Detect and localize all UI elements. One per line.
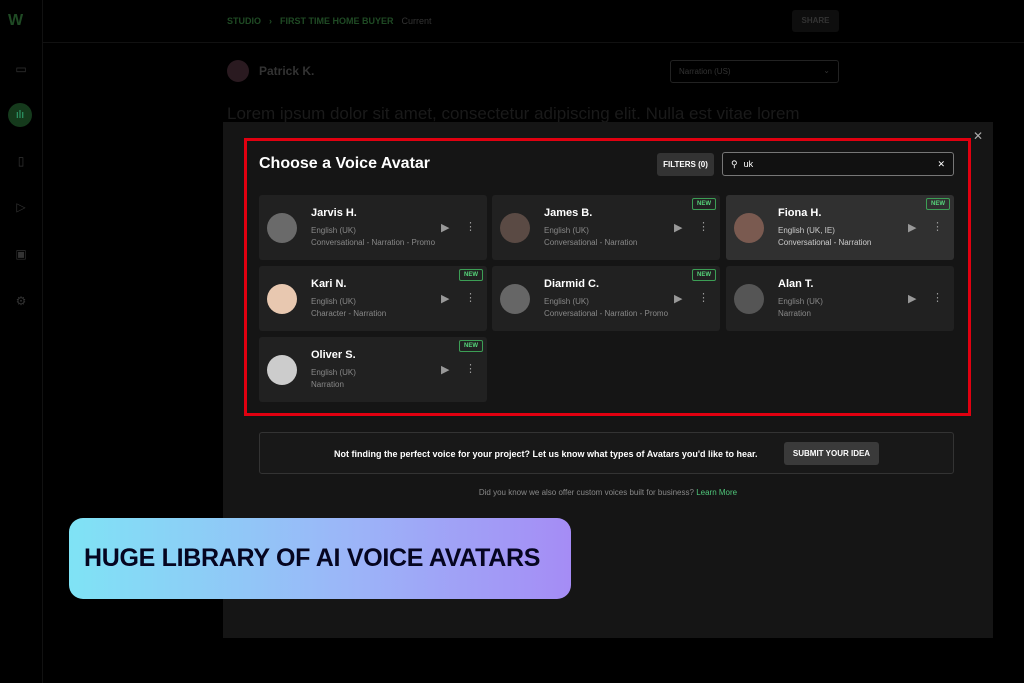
play-icon[interactable]: ▶ bbox=[908, 292, 916, 305]
code-icon[interactable]: ▣ bbox=[13, 247, 29, 263]
more-options-icon[interactable]: ⋮ bbox=[698, 291, 709, 304]
folder-icon[interactable]: ▭ bbox=[13, 62, 29, 78]
voice-avatar-card[interactable]: James B. English (UK) Conversational - N… bbox=[492, 195, 720, 260]
sidebar: W ▭ ılı ▯ ▷ ▣ ⚙ bbox=[0, 0, 43, 683]
play-icon[interactable]: ▶ bbox=[674, 292, 682, 305]
feedback-banner: Not finding the perfect voice for your p… bbox=[259, 432, 954, 474]
more-options-icon[interactable]: ⋮ bbox=[465, 220, 476, 233]
search-box: ⚲ ✕ bbox=[722, 152, 954, 176]
breadcrumb-project[interactable]: FIRST TIME HOME BUYER bbox=[280, 16, 394, 26]
custom-voices-info: Did you know we also offer custom voices… bbox=[223, 488, 993, 497]
modal-title: Choose a Voice Avatar bbox=[259, 155, 431, 172]
voice-style-select[interactable]: Narration (US) ⌄ bbox=[670, 60, 839, 83]
voice-avatar-card[interactable]: Alan T. English (UK) Narration ▶ ⋮ bbox=[726, 266, 954, 331]
more-options-icon[interactable]: ⋮ bbox=[932, 291, 943, 304]
avatar-language: English (UK) bbox=[311, 368, 356, 377]
search-icon: ⚲ bbox=[731, 158, 738, 169]
close-icon[interactable]: ✕ bbox=[973, 129, 983, 143]
play-icon[interactable]: ▷ bbox=[13, 200, 29, 216]
more-options-icon[interactable]: ⋮ bbox=[465, 291, 476, 304]
chevron-down-icon: ⌄ bbox=[823, 66, 830, 75]
avatar-tags: Conversational - Narration bbox=[778, 238, 872, 247]
top-bar bbox=[43, 0, 1024, 43]
author: Patrick K. bbox=[227, 60, 314, 82]
breadcrumb: STUDIO › FIRST TIME HOME BUYER Current bbox=[227, 16, 440, 26]
submit-idea-button[interactable]: SUBMIT YOUR IDEA bbox=[784, 442, 879, 465]
voice-avatar-card[interactable]: Kari N. English (UK) Character - Narrati… bbox=[259, 266, 487, 331]
avatar-language: English (UK) bbox=[544, 297, 589, 306]
play-icon[interactable]: ▶ bbox=[441, 363, 449, 376]
avatar-name: Fiona H. bbox=[778, 207, 822, 219]
avatar bbox=[734, 213, 764, 243]
more-options-icon[interactable]: ⋮ bbox=[465, 362, 476, 375]
caption-banner: HUGE LIBRARY OF AI VOICE AVATARS bbox=[69, 518, 571, 599]
breadcrumb-studio[interactable]: STUDIO bbox=[227, 16, 261, 26]
avatar bbox=[734, 284, 764, 314]
author-name: Patrick K. bbox=[259, 64, 315, 78]
avatar-language: English (UK) bbox=[778, 297, 823, 306]
voice-avatar-card[interactable]: Oliver S. English (UK) Narration ▶ ⋮ NEW bbox=[259, 337, 487, 402]
play-icon[interactable]: ▶ bbox=[441, 292, 449, 305]
avatar bbox=[500, 284, 530, 314]
avatar-tags: Character - Narration bbox=[311, 309, 387, 318]
avatar-name: Jarvis H. bbox=[311, 207, 357, 219]
play-icon[interactable]: ▶ bbox=[441, 221, 449, 234]
share-button[interactable]: SHARE bbox=[792, 10, 839, 32]
new-badge: NEW bbox=[459, 340, 483, 352]
banner-text: Not finding the perfect voice for your p… bbox=[334, 449, 758, 459]
info-text: Did you know we also offer custom voices… bbox=[478, 488, 694, 497]
book-icon[interactable]: ▯ bbox=[13, 154, 29, 170]
voice-icon[interactable]: ılı bbox=[8, 103, 32, 127]
voice-avatar-card[interactable]: Fiona H. English (UK, IE) Conversational… bbox=[726, 195, 954, 260]
search-input[interactable] bbox=[743, 159, 932, 169]
new-badge: NEW bbox=[926, 198, 950, 210]
script-text[interactable]: Lorem ipsum dolor sit amet, consectetur … bbox=[227, 104, 800, 124]
voice-style-value: Narration (US) bbox=[679, 67, 731, 76]
avatar bbox=[267, 355, 297, 385]
avatar-tags: Narration bbox=[778, 309, 811, 318]
chevron-right-icon: › bbox=[269, 16, 273, 26]
avatar-name: Kari N. bbox=[311, 278, 347, 290]
gear-icon[interactable]: ⚙ bbox=[13, 294, 29, 310]
avatar bbox=[227, 60, 249, 82]
avatar-tags: Conversational - Narration bbox=[544, 238, 638, 247]
new-badge: NEW bbox=[459, 269, 483, 281]
avatar bbox=[267, 284, 297, 314]
play-icon[interactable]: ▶ bbox=[674, 221, 682, 234]
avatar-tags: Narration bbox=[311, 380, 344, 389]
avatar-language: English (UK) bbox=[311, 297, 356, 306]
more-options-icon[interactable]: ⋮ bbox=[698, 220, 709, 233]
avatar bbox=[500, 213, 530, 243]
avatar bbox=[267, 213, 297, 243]
avatar-language: English (UK, IE) bbox=[778, 226, 835, 235]
filters-button[interactable]: FILTERS (0) bbox=[657, 153, 714, 176]
more-options-icon[interactable]: ⋮ bbox=[932, 220, 943, 233]
avatar-name: Oliver S. bbox=[311, 349, 356, 361]
breadcrumb-status: Current bbox=[401, 16, 432, 26]
avatar-tags: Conversational - Narration - Promo bbox=[544, 309, 669, 318]
voice-avatar-card[interactable]: Diarmid C. English (UK) Conversational -… bbox=[492, 266, 720, 331]
avatar-language: English (UK) bbox=[544, 226, 589, 235]
avatar-tags: Conversational - Narration - Promo bbox=[311, 238, 436, 247]
new-badge: NEW bbox=[692, 198, 716, 210]
logo-icon[interactable]: W bbox=[8, 12, 23, 30]
new-badge: NEW bbox=[692, 269, 716, 281]
avatar-name: Alan T. bbox=[778, 278, 814, 290]
avatar-language: English (UK) bbox=[311, 226, 356, 235]
avatar-name: James B. bbox=[544, 207, 593, 219]
voice-avatar-card[interactable]: Jarvis H. English (UK) Conversational - … bbox=[259, 195, 487, 260]
clear-icon[interactable]: ✕ bbox=[937, 159, 945, 170]
learn-more-link[interactable]: Learn More bbox=[696, 488, 737, 497]
avatar-name: Diarmid C. bbox=[544, 278, 600, 290]
play-icon[interactable]: ▶ bbox=[908, 221, 916, 234]
